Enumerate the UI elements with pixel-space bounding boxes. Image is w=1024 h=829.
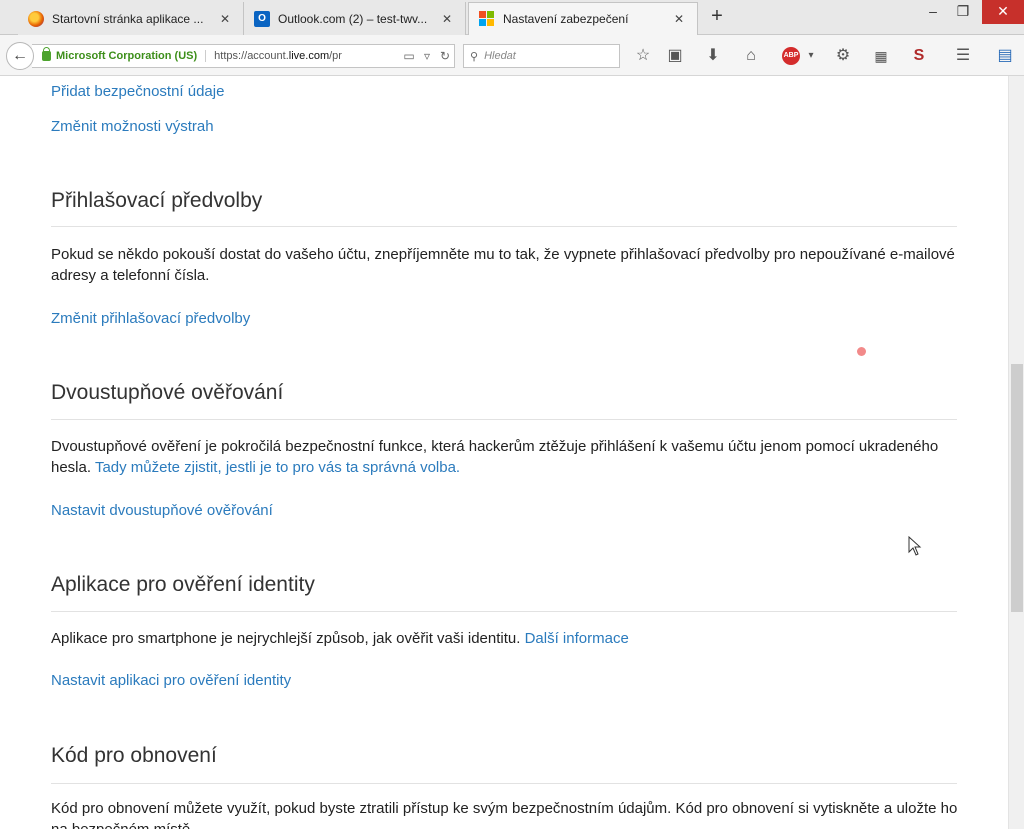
- search-input[interactable]: ⚲ Hledat: [463, 44, 620, 68]
- close-window-button[interactable]: ✕: [982, 0, 1024, 24]
- back-button[interactable]: ←: [6, 42, 34, 70]
- change-sign-in-preferences-link[interactable]: Změnit přihlašovací předvolby: [51, 310, 250, 327]
- section-text-identity-app: Aplikace pro smartphone je nejrychlejší …: [51, 630, 629, 647]
- tab-title: Startovní stránka aplikace ...: [52, 11, 204, 26]
- section-heading-identity-app: Aplikace pro ověření identity: [51, 573, 315, 596]
- scrollbar-thumb[interactable]: [1011, 364, 1023, 612]
- close-tab-icon[interactable]: ✕: [439, 12, 455, 26]
- learn-if-right-choice-link[interactable]: Tady můžete zjistit, jestli je to pro vá…: [95, 459, 460, 476]
- qr-code-icon[interactable]: ▦: [870, 45, 892, 67]
- address-bar[interactable]: Microsoft Corporation (US) https://accou…: [32, 44, 455, 68]
- page-content: Přidat bezpečnostní údaje Změnit možnost…: [0, 76, 1008, 829]
- mouse-cursor-icon: [908, 536, 922, 556]
- set-up-identity-app-link[interactable]: Nastavit aplikaci pro ověření identity: [51, 672, 291, 689]
- tab-security-settings[interactable]: Nastavení zabezpečení ✕: [468, 2, 698, 35]
- search-icon: ⚲: [470, 50, 479, 63]
- section-heading-recovery-code: Kód pro obnovení: [51, 744, 217, 767]
- more-info-link[interactable]: Další informace: [525, 630, 629, 647]
- adblock-icon[interactable]: ABP: [782, 47, 800, 65]
- add-security-info-link[interactable]: Přidat bezpečnostní údaje: [51, 83, 224, 100]
- restore-button[interactable]: ❐: [946, 0, 980, 24]
- firefox-icon: [28, 10, 44, 27]
- vertical-scrollbar[interactable]: [1008, 76, 1024, 829]
- extension-icon[interactable]: ⚙: [832, 45, 854, 67]
- menu-hamburger-icon[interactable]: ☰: [952, 45, 974, 67]
- tab-title: Outlook.com (2) – test-twv...: [278, 11, 428, 26]
- bookmarks-list-icon[interactable]: ▣: [664, 45, 686, 67]
- search-placeholder: Hledat: [484, 50, 516, 62]
- url-text[interactable]: https://account.live.com/pr: [214, 50, 400, 62]
- home-icon[interactable]: ⌂: [740, 45, 762, 67]
- lock-icon[interactable]: [42, 47, 51, 61]
- tab-strip: Startovní stránka aplikace ... ✕ O Outlo…: [0, 0, 1024, 35]
- divider: [51, 226, 957, 227]
- tab-start-page[interactable]: Startovní stránka aplikace ... ✕: [18, 2, 244, 35]
- close-tab-icon[interactable]: ✕: [217, 12, 233, 26]
- downloads-icon[interactable]: ⬇: [702, 45, 724, 67]
- red-dot-marker: [857, 347, 866, 356]
- reader-view-icon[interactable]: ▭: [400, 49, 418, 63]
- tab-outlook[interactable]: O Outlook.com (2) – test-twv... ✕: [244, 2, 466, 35]
- divider: [51, 611, 957, 612]
- new-tab-button[interactable]: +: [706, 6, 728, 28]
- adblock-dropdown-icon[interactable]: ▾: [800, 45, 822, 67]
- bookmark-star-icon[interactable]: ☆: [632, 45, 654, 67]
- divider: [51, 783, 957, 784]
- reload-icon[interactable]: ↻: [436, 49, 454, 63]
- tab-title: Nastavení zabezpečení: [503, 12, 629, 26]
- section-heading-sign-in-preferences: Přihlašovací předvolby: [51, 189, 263, 212]
- screenshot-icon[interactable]: ▤: [994, 45, 1016, 67]
- close-tab-icon[interactable]: ✕: [671, 12, 687, 26]
- minimize-button[interactable]: –: [916, 0, 950, 24]
- site-identity[interactable]: Microsoft Corporation (US): [56, 50, 207, 62]
- microsoft-icon: [479, 11, 495, 27]
- set-up-two-step-verification-link[interactable]: Nastavit dvoustupňové ověřování: [51, 502, 273, 519]
- section-heading-two-step-verification: Dvoustupňové ověřování: [51, 381, 284, 404]
- change-alert-options-link[interactable]: Změnit možnosti výstrah: [51, 118, 214, 135]
- outlook-icon: O: [254, 10, 270, 27]
- divider: [51, 419, 957, 420]
- extension-s-icon[interactable]: S: [908, 45, 930, 67]
- section-text-sign-in-preferences: Pokud se někdo pokouší dostat do vašeho …: [51, 246, 955, 284]
- dropdown-arrow-icon[interactable]: ▿: [418, 49, 436, 63]
- section-text-recovery-code: Kód pro obnovení můžete využít, pokud by…: [51, 800, 958, 829]
- section-text-two-step-verification: Dvoustupňové ověření je pokročilá bezpeč…: [51, 438, 939, 476]
- navigation-toolbar: Microsoft Corporation (US) https://accou…: [0, 35, 1024, 76]
